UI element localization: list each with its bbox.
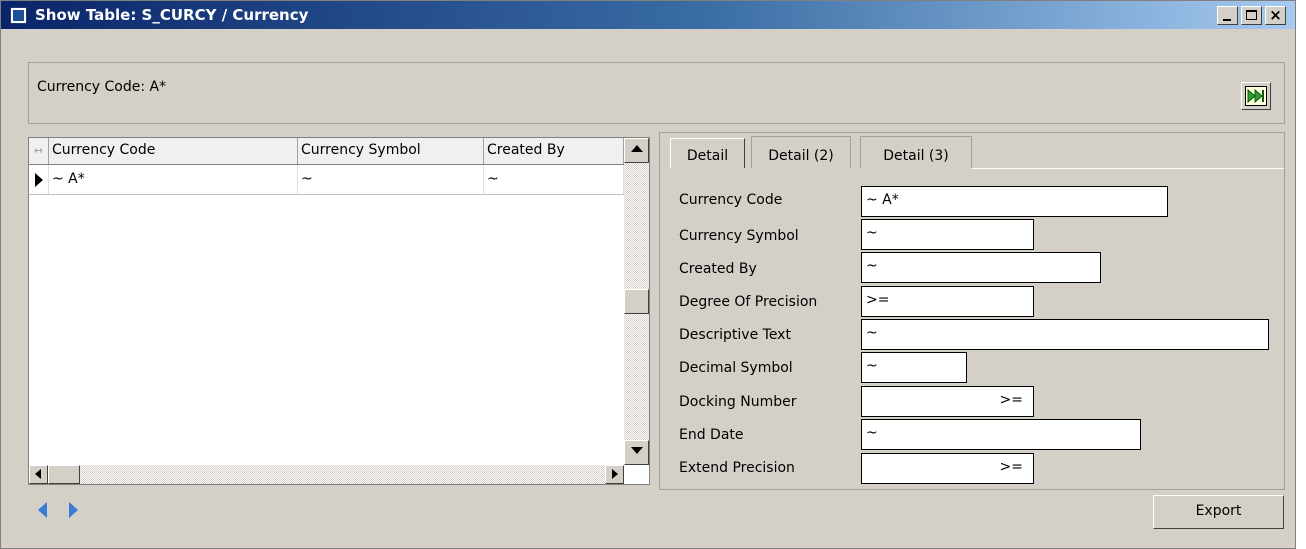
export-button[interactable]: Export xyxy=(1153,495,1284,529)
maximize-button[interactable] xyxy=(1241,6,1262,25)
tab-detail[interactable]: Detail xyxy=(670,138,745,168)
cell-currency-symbol[interactable]: ~ xyxy=(298,165,484,194)
label-descriptive-text: Descriptive Text xyxy=(679,327,791,343)
label-end-date: End Date xyxy=(679,427,744,443)
column-header-created-by[interactable]: Created By xyxy=(484,138,624,164)
close-icon: × xyxy=(1269,6,1282,24)
arrow-left-icon xyxy=(35,469,41,479)
scroll-up-button[interactable] xyxy=(624,138,649,163)
horizontal-scrollbar[interactable] xyxy=(29,465,624,484)
currency-symbol-field[interactable]: ~ xyxy=(861,219,1034,250)
scroll-right-button[interactable] xyxy=(605,465,624,484)
arrow-up-icon xyxy=(631,145,643,152)
column-resize-icon[interactable]: ↔ xyxy=(29,138,49,164)
table-row[interactable]: ~ A* ~ ~ xyxy=(29,165,624,195)
column-header-currency-code[interactable]: Currency Code xyxy=(49,138,298,164)
cell-currency-code[interactable]: ~ A* xyxy=(49,165,298,194)
execute-query-button[interactable] xyxy=(1241,82,1271,110)
cell-created-by[interactable]: ~ xyxy=(484,165,624,194)
query-panel: Currency Code: A* xyxy=(28,62,1285,124)
tab-detail-3[interactable]: Detail (3) xyxy=(860,136,972,168)
label-currency-symbol: Currency Symbol xyxy=(679,228,799,244)
label-docking-number: Docking Number xyxy=(679,394,797,410)
row-selector-icon[interactable] xyxy=(29,165,49,194)
currency-code-field[interactable]: ~ A* xyxy=(861,186,1168,217)
horizontal-scroll-thumb[interactable] xyxy=(48,465,80,484)
arrow-right-icon xyxy=(612,469,618,479)
end-date-field[interactable]: ~ xyxy=(861,419,1141,450)
descriptive-text-field[interactable]: ~ xyxy=(861,319,1269,350)
detail-panel: Detail Detail (2) Detail (3) Currency Co… xyxy=(659,132,1285,490)
label-extend-precision: Extend Precision xyxy=(679,460,795,476)
minimize-icon xyxy=(1223,19,1231,21)
maximize-icon xyxy=(1246,10,1257,20)
show-table-window: Show Table: S_CURCY / Currency × Currenc… xyxy=(0,0,1296,549)
record-navigation xyxy=(38,502,88,518)
results-grid: ↔ Currency Code Currency Symbol Created … xyxy=(28,137,650,485)
scroll-left-button[interactable] xyxy=(29,465,48,484)
scroll-down-button[interactable] xyxy=(624,440,649,465)
previous-record-icon[interactable] xyxy=(38,502,47,518)
extend-precision-field[interactable]: >= xyxy=(861,453,1034,484)
close-button[interactable]: × xyxy=(1265,6,1286,25)
window-title: Show Table: S_CURCY / Currency xyxy=(35,6,309,24)
column-header-currency-symbol[interactable]: Currency Symbol xyxy=(298,138,484,164)
label-created-by: Created By xyxy=(679,261,757,277)
next-record-icon[interactable] xyxy=(69,502,78,518)
arrow-down-icon xyxy=(631,447,643,454)
vertical-scrollbar[interactable] xyxy=(624,138,649,465)
label-decimal-symbol: Decimal Symbol xyxy=(679,360,793,376)
fast-forward-icon xyxy=(1245,86,1267,106)
minimize-button[interactable] xyxy=(1217,6,1238,25)
tab-detail-2[interactable]: Detail (2) xyxy=(751,136,851,168)
tab-divider xyxy=(972,168,1284,169)
app-icon xyxy=(10,7,27,24)
label-degree-of-precision: Degree Of Precision xyxy=(679,294,818,310)
created-by-field[interactable]: ~ xyxy=(861,252,1101,283)
grid-header: ↔ Currency Code Currency Symbol Created … xyxy=(29,138,624,165)
query-label: Currency Code: A* xyxy=(37,79,167,95)
decimal-symbol-field[interactable]: ~ xyxy=(861,352,967,383)
scroll-thumb[interactable] xyxy=(624,289,649,314)
degree-of-precision-field[interactable]: >= xyxy=(861,286,1034,317)
title-bar[interactable]: Show Table: S_CURCY / Currency × xyxy=(1,1,1295,29)
label-currency-code: Currency Code xyxy=(679,192,783,208)
docking-number-field[interactable]: >= xyxy=(861,386,1034,417)
